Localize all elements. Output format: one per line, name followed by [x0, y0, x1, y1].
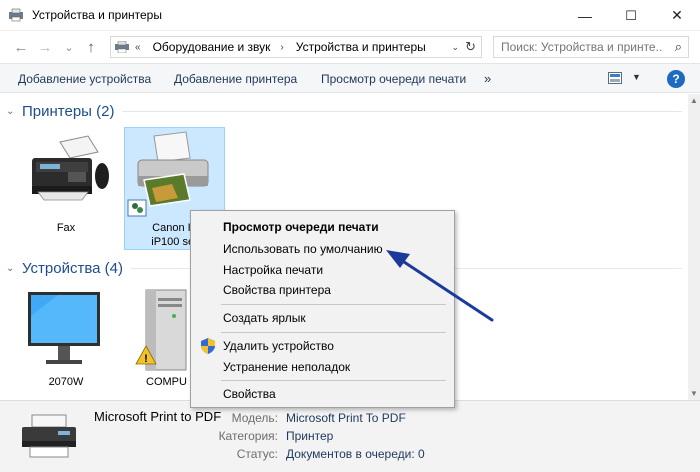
forward-button[interactable]: → [34, 36, 56, 58]
details-pane: Microsoft Print to PDF Модель: Microsoft … [0, 400, 700, 472]
status-key: Статус: [236, 447, 278, 461]
address-bar[interactable]: « Оборудование и звук › Устройства и при… [110, 36, 482, 58]
device-name-2070w: 2070W [48, 376, 84, 388]
address-dropdown-icon[interactable]: ⌄ [451, 42, 459, 53]
recent-locations-button[interactable]: ⌄ [58, 36, 80, 58]
context-menu: Просмотр очереди печати Использовать по … [190, 210, 455, 408]
category-key: Категория: [218, 429, 278, 443]
breadcrumb-separator-icon[interactable]: › [280, 42, 283, 53]
device-name-fax: Fax [56, 222, 76, 234]
window-title: Устройства и принтеры [32, 8, 162, 22]
title-bar: Устройства и принтеры — ☐ ✕ [0, 0, 700, 31]
menu-separator [221, 332, 446, 333]
group-label-printers: Принтеры (2) [22, 103, 115, 120]
menu-separator [221, 304, 446, 305]
add-printer-button[interactable]: Добавление принтера [174, 64, 297, 94]
search-input[interactable] [494, 40, 662, 54]
model-value: Microsoft Print To PDF [286, 411, 406, 425]
svg-text:!: ! [144, 353, 148, 365]
up-button[interactable]: ↑ [80, 36, 102, 58]
vertical-scrollbar[interactable]: ▲ ▼ [688, 94, 700, 400]
add-device-button[interactable]: Добавление устройства [18, 64, 151, 94]
command-bar: Добавление устройства Добавление принтер… [0, 63, 700, 93]
canon-printer-icon [127, 131, 209, 217]
view-dropdown-icon[interactable]: ▼ [632, 72, 641, 82]
menu-item-printer-properties[interactable]: Свойства принтера [191, 279, 454, 301]
breadcrumb-root-chevron[interactable]: « [135, 42, 141, 53]
group-divider [122, 111, 682, 112]
device-fax[interactable]: Fax [18, 128, 114, 238]
group-label-devices: Устройства (4) [22, 260, 123, 277]
menu-separator [221, 380, 446, 381]
collapse-chevron-icon[interactable]: ⌄ [6, 263, 20, 274]
devices-printers-app-icon [8, 8, 24, 22]
help-button[interactable]: ? [667, 70, 685, 88]
pdf-printer-icon [22, 414, 76, 458]
menu-item-see-print-queue[interactable]: Просмотр очереди печати [191, 216, 454, 238]
model-key: Модель: [231, 411, 278, 425]
collapse-chevron-icon[interactable]: ⌄ [6, 106, 20, 117]
change-view-icon[interactable] [608, 72, 622, 84]
refresh-icon[interactable]: ↻ [465, 39, 476, 55]
minimize-button[interactable]: — [562, 0, 608, 31]
breadcrumb-hardware-and-sound[interactable]: Оборудование и звук [153, 40, 271, 54]
device-monitor-2070w[interactable]: 2070W [18, 286, 114, 394]
control-panel-icon [115, 40, 129, 54]
group-header-printers[interactable]: ⌄ Принтеры (2) [6, 103, 682, 120]
menu-item-troubleshoot[interactable]: Устранение неполадок [191, 356, 454, 378]
menu-item-properties[interactable]: Свойства [191, 383, 454, 405]
back-button[interactable]: ← [10, 36, 32, 58]
monitor-icon [28, 292, 100, 364]
category-value: Принтер [286, 429, 334, 443]
scroll-up-icon[interactable]: ▲ [690, 96, 698, 105]
search-box[interactable]: ⌕ [493, 36, 689, 58]
scroll-down-icon[interactable]: ▼ [690, 389, 698, 398]
maximize-button[interactable]: ☐ [608, 0, 654, 31]
menu-item-create-shortcut[interactable]: Создать ярлык [191, 307, 454, 329]
fax-icon [32, 135, 109, 201]
menu-item-remove-device[interactable]: Удалить устройство [191, 335, 454, 357]
details-device-name: Microsoft Print to PDF [94, 409, 222, 424]
menu-item-set-default[interactable]: Использовать по умолчанию [191, 238, 454, 260]
search-icon[interactable]: ⌕ [675, 39, 682, 55]
navigation-bar: ← → ⌄ ↑ « Оборудование и звук › Устройст… [0, 31, 700, 63]
see-print-queue-button[interactable]: Просмотр очереди печати [321, 64, 466, 94]
more-commands-button[interactable]: » [484, 64, 491, 94]
status-value: Документов в очереди: 0 [286, 447, 425, 461]
details-model: Модель: Microsoft Print To PDF [218, 411, 406, 425]
close-button[interactable]: ✕ [654, 0, 700, 31]
details-category: Категория: Принтер [218, 429, 334, 443]
menu-item-printing-preferences[interactable]: Настройка печати [191, 259, 454, 281]
breadcrumb-devices-and-printers[interactable]: Устройства и принтеры [296, 40, 426, 54]
details-status: Статус: Документов в очереди: 0 [218, 447, 425, 461]
